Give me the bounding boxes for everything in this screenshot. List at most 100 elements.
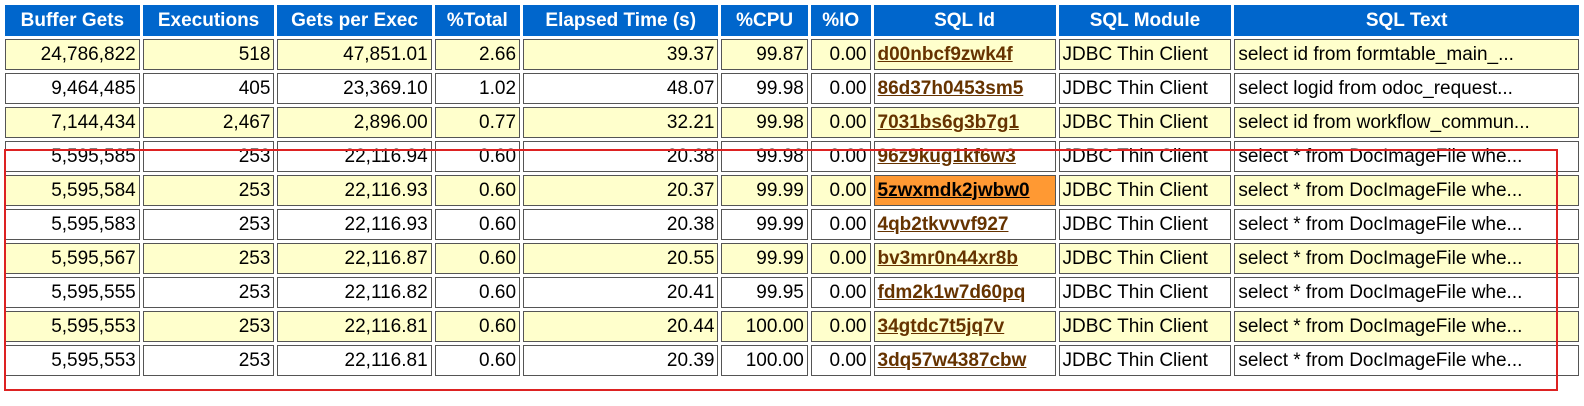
header-pct-total: %Total: [434, 5, 521, 36]
cell-pct-cpu: 99.99: [721, 209, 808, 240]
cell-sql-module: JDBC Thin Client: [1058, 175, 1232, 206]
header-row: Buffer Gets Executions Gets per Exec %To…: [5, 5, 1579, 36]
cell-sql-module: JDBC Thin Client: [1058, 107, 1232, 138]
table-row: 5,595,553 253 22,116.81 0.60 20.44 100.00 0.00…: [5, 311, 1579, 342]
cell-pct-total: 0.60: [434, 243, 521, 274]
header-pct-io: %IO: [810, 5, 871, 36]
cell-sql-text: select logid from odoc_request...: [1234, 73, 1579, 104]
sql-id-link[interactable]: 86d37h0453sm5: [878, 78, 1024, 99]
table-row: 9,464,485 405 23,369.10 1.02 48.07 99.98 0.00 8…: [5, 73, 1579, 104]
cell-gets-per-exec: 2,896.00: [277, 107, 432, 138]
cell-elapsed-time: 20.38: [523, 141, 719, 172]
header-gets-per-exec: Gets per Exec: [277, 5, 432, 36]
cell-buffer-gets: 5,595,555: [5, 277, 140, 308]
cell-buffer-gets: 5,595,553: [5, 311, 140, 342]
cell-gets-per-exec: 22,116.93: [277, 175, 432, 206]
cell-elapsed-time: 20.37: [523, 175, 719, 206]
cell-pct-cpu: 99.98: [721, 141, 808, 172]
cell-sql-id: 3dq57w4387cbw: [873, 345, 1056, 376]
cell-sql-id: 34gtdc7t5jq7v: [873, 311, 1056, 342]
cell-executions: 518: [142, 39, 275, 70]
cell-pct-total: 0.60: [434, 277, 521, 308]
cell-sql-text: select * from DocImageFile whe...: [1234, 243, 1579, 274]
cell-pct-total: 1.02: [434, 73, 521, 104]
cell-executions: 253: [142, 209, 275, 240]
cell-executions: 253: [142, 243, 275, 274]
cell-executions: 405: [142, 73, 275, 104]
sql-id-link[interactable]: 4qb2tkvvvf927: [878, 214, 1009, 235]
cell-pct-io: 0.00: [810, 73, 871, 104]
cell-sql-id: fdm2k1w7d60pq: [873, 277, 1056, 308]
cell-sql-module: JDBC Thin Client: [1058, 73, 1232, 104]
cell-buffer-gets: 5,595,553: [5, 345, 140, 376]
sql-id-link[interactable]: 3dq57w4387cbw: [878, 350, 1027, 371]
header-pct-cpu: %CPU: [721, 5, 808, 36]
sql-id-link[interactable]: 96z9kug1kf6w3: [878, 146, 1016, 167]
cell-elapsed-time: 20.55: [523, 243, 719, 274]
sql-id-link[interactable]: fdm2k1w7d60pq: [878, 282, 1026, 303]
header-elapsed-time: Elapsed Time (s): [523, 5, 719, 36]
cell-pct-io: 0.00: [810, 243, 871, 274]
cell-executions: 253: [142, 277, 275, 308]
cell-pct-total: 0.60: [434, 311, 521, 342]
cell-pct-total: 0.60: [434, 209, 521, 240]
sql-id-link[interactable]: 5zwxmdk2jwbw0: [878, 180, 1030, 201]
cell-elapsed-time: 20.39: [523, 345, 719, 376]
cell-pct-io: 0.00: [810, 311, 871, 342]
cell-sql-text: select * from DocImageFile whe...: [1234, 209, 1579, 240]
header-executions: Executions: [142, 5, 275, 36]
cell-elapsed-time: 20.41: [523, 277, 719, 308]
sql-id-link[interactable]: bv3mr0n44xr8b: [878, 248, 1018, 269]
cell-gets-per-exec: 22,116.81: [277, 311, 432, 342]
sql-id-link[interactable]: 34gtdc7t5jq7v: [878, 316, 1005, 337]
cell-gets-per-exec: 22,116.87: [277, 243, 432, 274]
cell-pct-io: 0.00: [810, 39, 871, 70]
cell-sql-text: select * from DocImageFile whe...: [1234, 141, 1579, 172]
table-row: 5,595,553 253 22,116.81 0.60 20.39 100.00 0.00…: [5, 345, 1579, 376]
sql-id-link[interactable]: d00nbcf9zwk4f: [878, 44, 1013, 65]
table-row: 5,595,584 253 22,116.93 0.60 20.37 99.99 0.00 5…: [5, 175, 1579, 206]
cell-executions: 2,467: [142, 107, 275, 138]
cell-pct-total: 0.60: [434, 141, 521, 172]
cell-buffer-gets: 5,595,583: [5, 209, 140, 240]
cell-sql-module: JDBC Thin Client: [1058, 39, 1232, 70]
cell-sql-text: select * from DocImageFile whe...: [1234, 311, 1579, 342]
cell-pct-io: 0.00: [810, 345, 871, 376]
cell-sql-id: 4qb2tkvvvf927: [873, 209, 1056, 240]
cell-sql-id: d00nbcf9zwk4f: [873, 39, 1056, 70]
cell-pct-total: 0.60: [434, 175, 521, 206]
cell-gets-per-exec: 47,851.01: [277, 39, 432, 70]
cell-buffer-gets: 24,786,822: [5, 39, 140, 70]
cell-sql-id: 5zwxmdk2jwbw0: [873, 175, 1056, 206]
cell-sql-module: JDBC Thin Client: [1058, 209, 1232, 240]
cell-sql-id: 96z9kug1kf6w3: [873, 141, 1056, 172]
cell-elapsed-time: 39.37: [523, 39, 719, 70]
cell-sql-text: select * from DocImageFile whe...: [1234, 277, 1579, 308]
cell-pct-total: 2.66: [434, 39, 521, 70]
header-sql-module: SQL Module: [1058, 5, 1232, 36]
cell-elapsed-time: 20.38: [523, 209, 719, 240]
cell-elapsed-time: 48.07: [523, 73, 719, 104]
cell-sql-module: JDBC Thin Client: [1058, 277, 1232, 308]
cell-pct-cpu: 99.98: [721, 73, 808, 104]
cell-buffer-gets: 7,144,434: [5, 107, 140, 138]
cell-pct-io: 0.00: [810, 209, 871, 240]
cell-pct-io: 0.00: [810, 175, 871, 206]
cell-pct-io: 0.00: [810, 277, 871, 308]
report-page: Buffer Gets Executions Gets per Exec %To…: [0, 0, 1584, 406]
cell-pct-cpu: 100.00: [721, 311, 808, 342]
table-row: 7,144,434 2,467 2,896.00 0.77 32.21 99.98 0.00…: [5, 107, 1579, 138]
cell-buffer-gets: 5,595,567: [5, 243, 140, 274]
cell-pct-cpu: 99.99: [721, 175, 808, 206]
cell-pct-cpu: 99.99: [721, 243, 808, 274]
cell-pct-cpu: 99.87: [721, 39, 808, 70]
cell-executions: 253: [142, 311, 275, 342]
table-body: 24,786,822 518 47,851.01 2.66 39.37 99.87 0.00…: [5, 39, 1579, 376]
cell-buffer-gets: 5,595,584: [5, 175, 140, 206]
cell-pct-cpu: 99.95: [721, 277, 808, 308]
sql-id-link[interactable]: 7031bs6g3b7g1: [878, 112, 1020, 133]
cell-gets-per-exec: 22,116.93: [277, 209, 432, 240]
cell-sql-text: select id from formtable_main_...: [1234, 39, 1579, 70]
table-row: 5,595,567 253 22,116.87 0.60 20.55 99.99 0.00 b…: [5, 243, 1579, 274]
cell-pct-cpu: 100.00: [721, 345, 808, 376]
